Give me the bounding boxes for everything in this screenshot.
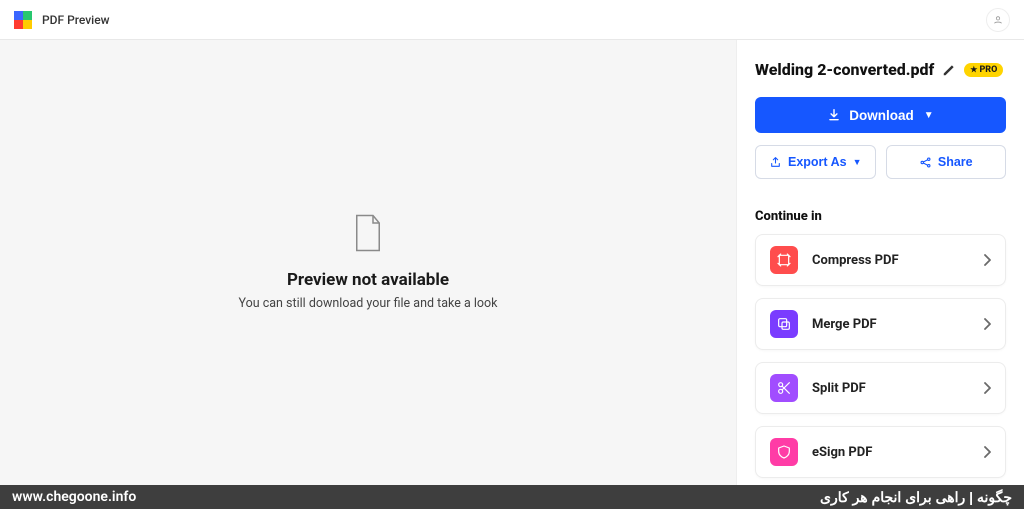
account-circle[interactable] [986,8,1010,32]
file-icon [353,214,383,252]
download-label: Download [849,108,914,123]
continue-label: Continue in [737,179,1024,234]
watermark-url: www.chegoone.info [12,489,136,505]
merge-icon [770,310,798,338]
preview-pane: Preview not available You can still down… [0,40,736,485]
share-label: Share [938,155,973,169]
tool-compress[interactable]: Compress PDF [755,234,1006,286]
pro-badge: PRO [964,63,1003,77]
export-icon [769,156,782,169]
tool-label: Merge PDF [812,317,877,332]
tool-merge[interactable]: Merge PDF [755,298,1006,350]
preview-subtext: You can still download your file and tak… [238,296,497,311]
tool-label: Split PDF [812,381,866,396]
chevron-down-icon: ▼ [853,157,862,167]
chevron-down-icon: ▼ [924,110,934,121]
tool-split[interactable]: Split PDF [755,362,1006,414]
export-button[interactable]: Export As ▼ [755,145,876,179]
chevron-right-icon [983,254,991,266]
content: Preview not available You can still down… [0,40,1024,485]
share-icon [919,156,932,169]
side-panel: Welding 2-converted.pdf PRO Download ▼ E… [736,40,1024,485]
topbar: PDF Preview [0,0,1024,40]
download-button[interactable]: Download ▼ [755,97,1006,133]
page-title: PDF Preview [42,13,110,27]
file-title: Welding 2-converted.pdf [755,60,934,79]
tool-label: eSign PDF [812,445,872,460]
tool-esign[interactable]: eSign PDF [755,426,1006,478]
export-label: Export As [788,155,847,169]
tool-list: Compress PDF Merge PDF Split PDF [737,234,1024,478]
watermark-bar: www.chegoone.info چگونه | راهی برای انجا… [0,485,1024,509]
action-buttons: Download ▼ Export As ▼ Share [737,79,1024,179]
esign-icon [770,438,798,466]
compress-icon [770,246,798,274]
chevron-right-icon [983,382,991,394]
edit-icon[interactable] [942,63,956,77]
tool-label: Compress PDF [812,253,899,268]
file-title-row: Welding 2-converted.pdf PRO [737,60,1024,79]
chevron-right-icon [983,446,991,458]
watermark-tagline: چگونه | راهی برای انجام هر کاری [820,489,1012,506]
app-logo [14,11,32,29]
split-icon [770,374,798,402]
user-icon [993,15,1003,25]
preview-heading: Preview not available [287,270,449,290]
download-icon [827,108,841,122]
share-button[interactable]: Share [886,145,1007,179]
chevron-right-icon [983,318,991,330]
